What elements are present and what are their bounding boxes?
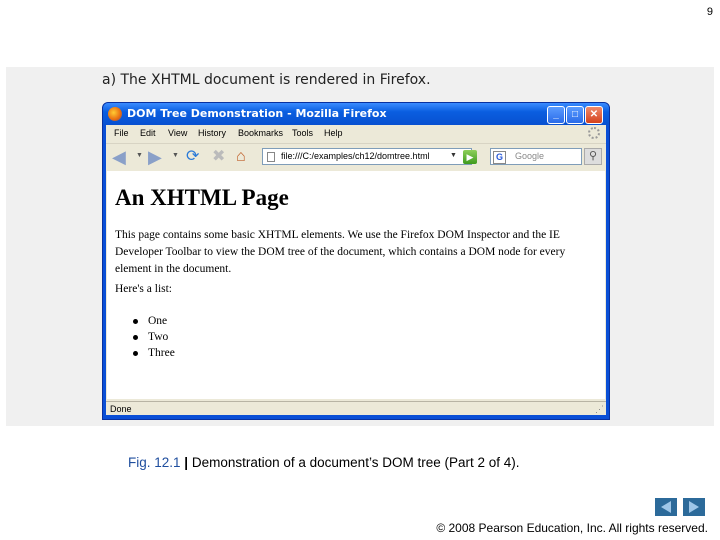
go-arrow-icon[interactable]: ▶	[463, 150, 477, 164]
next-slide-icon[interactable]	[683, 498, 705, 516]
menu-help[interactable]: Help	[324, 128, 343, 138]
menu-edit[interactable]: Edit	[140, 128, 156, 138]
menu-bookmarks[interactable]: Bookmarks	[238, 128, 283, 138]
slide-number: 9	[706, 6, 713, 18]
stop-icon[interactable]: ✖	[212, 147, 225, 167]
menu-file[interactable]: File	[114, 128, 129, 138]
list-item: One	[133, 313, 175, 329]
list-item: Three	[133, 345, 175, 361]
search-placeholder: Google	[515, 151, 545, 161]
minimize-button[interactable]: _	[547, 106, 565, 124]
figure-caption: Fig. 12.1 | Demonstration of a document’…	[128, 455, 519, 470]
menu-view[interactable]: View	[168, 128, 187, 138]
title-bar[interactable]: DOM Tree Demonstration - Mozilla Firefox…	[103, 103, 609, 125]
page-content: An XHTML Page This page contains some ba…	[107, 171, 605, 399]
back-arrow-icon[interactable]: ◀	[112, 147, 126, 167]
forward-arrow-icon[interactable]: ▶	[148, 147, 162, 167]
status-bar: Done ⋰	[106, 401, 606, 416]
back-dropdown-icon[interactable]: ▼	[136, 152, 143, 159]
url-dropdown-icon[interactable]: ▼	[450, 152, 457, 159]
bullet-icon	[133, 318, 138, 324]
throbber-icon	[588, 127, 600, 139]
home-icon[interactable]: ⌂	[236, 147, 246, 167]
close-button[interactable]: ✕	[585, 106, 603, 124]
resize-grip-icon[interactable]: ⋰	[595, 404, 604, 415]
navigation-toolbar: ◀ ▼ ▶ ▼ ⟳ ✖ ⌂ file:///C:/examples/ch12/d…	[106, 143, 606, 170]
search-box[interactable]: G Google	[490, 148, 582, 165]
list-intro: Here's a list:	[115, 283, 173, 295]
reload-icon[interactable]: ⟳	[186, 147, 199, 167]
google-icon[interactable]: G	[493, 151, 506, 164]
menu-bar: File Edit View History Bookmarks Tools H…	[106, 125, 606, 142]
page-heading: An XHTML Page	[115, 185, 289, 210]
copyright-notice: © 2008 Pearson Education, Inc. All right…	[436, 521, 708, 535]
bullet-icon	[133, 334, 138, 340]
item-list: One Two Three	[133, 313, 175, 361]
figure-label: Fig. 12.1	[128, 455, 181, 470]
firefox-icon	[108, 107, 122, 121]
screenshot-panel: a) The XHTML document is rendered in Fir…	[6, 67, 714, 426]
browser-client: File Edit View History Bookmarks Tools H…	[106, 125, 606, 415]
status-text: Done	[110, 404, 132, 414]
screenshot-caption: a) The XHTML document is rendered in Fir…	[102, 72, 431, 88]
bullet-icon	[133, 350, 138, 356]
magnifier-icon[interactable]: ⚲	[584, 148, 602, 165]
menu-history[interactable]: History	[198, 128, 226, 138]
window-title: DOM Tree Demonstration - Mozilla Firefox	[127, 107, 387, 120]
previous-slide-icon[interactable]	[655, 498, 677, 516]
forward-dropdown-icon[interactable]: ▼	[172, 152, 179, 159]
menu-tools[interactable]: Tools	[292, 128, 313, 138]
figure-separator: |	[184, 455, 189, 470]
list-item: Two	[133, 329, 175, 345]
figure-text: Demonstration of a document’s DOM tree (…	[191, 455, 520, 470]
maximize-button[interactable]: □	[566, 106, 584, 124]
browser-window: DOM Tree Demonstration - Mozilla Firefox…	[102, 102, 610, 420]
url-text: file:///C:/examples/ch12/domtree.html	[281, 151, 430, 161]
page-icon	[267, 152, 275, 162]
address-bar[interactable]: file:///C:/examples/ch12/domtree.html	[262, 148, 472, 165]
page-paragraph: This page contains some basic XHTML elem…	[115, 229, 566, 275]
